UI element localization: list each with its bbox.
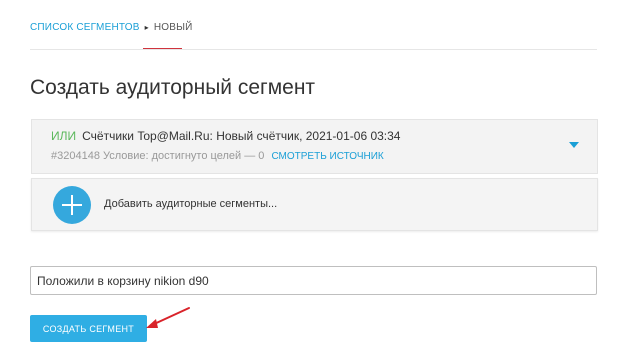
breadcrumb-current: новый xyxy=(153,22,193,33)
page: список сегментов ▸ новый Создать аудитор… xyxy=(0,0,625,353)
segment-card: или Счётчики Top@Mail.Ru: Новый счётчик, … xyxy=(31,119,598,174)
segment-name-input[interactable] xyxy=(30,266,597,295)
segment-meta: #3204148 Условие: достигнуто целей — 0 xyxy=(51,150,265,162)
annotation-arrow-icon xyxy=(146,307,190,328)
page-title: Создать аудиторный сегмент xyxy=(30,76,316,99)
segment-description: Счётчики Top@Mail.Ru: Новый счётчик, 202… xyxy=(82,129,401,143)
create-segment-button[interactable]: создать сегмент xyxy=(30,315,147,342)
plus-icon-vertical xyxy=(71,195,73,215)
chevron-right-icon: ▸ xyxy=(144,23,149,32)
chevron-down-icon[interactable] xyxy=(569,142,579,148)
breadcrumb: список сегментов ▸ новый xyxy=(30,22,193,33)
breadcrumb-segment-list-link[interactable]: список сегментов xyxy=(30,22,140,33)
view-source-link[interactable]: смотреть источник xyxy=(271,151,383,162)
header-divider xyxy=(30,49,597,50)
add-segments-card[interactable]: Добавить аудиторные сегменты... xyxy=(31,178,598,231)
add-segments-label: Добавить аудиторные сегменты... xyxy=(104,198,278,210)
add-segment-button[interactable] xyxy=(53,186,91,224)
segment-summary: или Счётчики Top@Mail.Ru: Новый счётчик, … xyxy=(51,129,400,143)
segment-meta-line: #3204148 Условие: достигнуто целей — 0 с… xyxy=(51,150,384,162)
segment-operator: или xyxy=(51,129,77,143)
